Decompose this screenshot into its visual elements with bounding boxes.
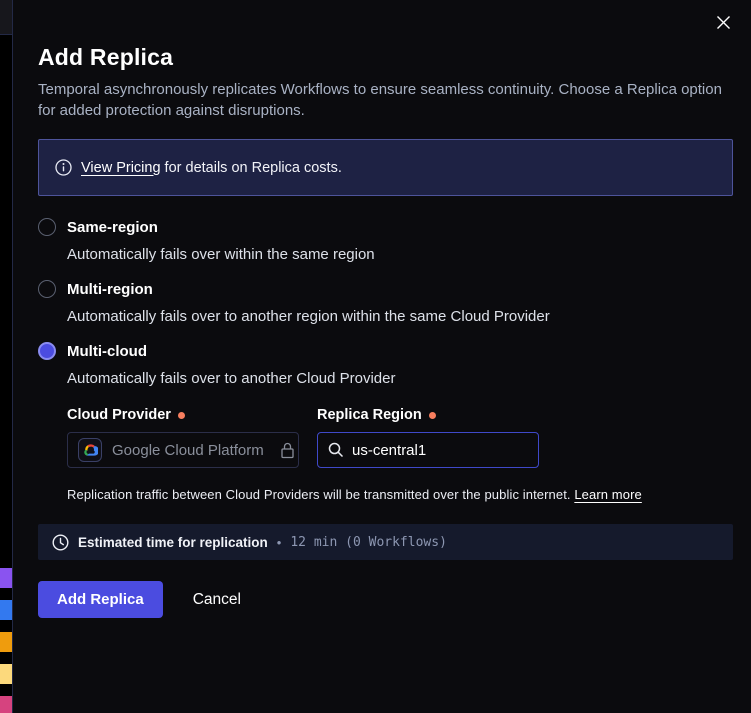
pricing-info-banner: View Pricing for details on Replica cost…	[38, 139, 733, 196]
replica-region-input[interactable]	[352, 442, 512, 459]
multi-cloud-subform: Cloud Provider Replica Region	[67, 407, 731, 502]
modal-description: Temporal asynchronously replicates Workf…	[38, 79, 730, 121]
traffic-note: Replication traffic between Cloud Provid…	[67, 487, 731, 502]
modal-footer: Add Replica Cancel	[38, 581, 731, 618]
close-icon	[716, 15, 731, 30]
required-dot	[178, 412, 185, 419]
estimate-value: 12 min (0 Workflows)	[290, 535, 447, 550]
clock-icon	[52, 534, 69, 551]
replica-region-label: Replica Region	[317, 407, 436, 423]
page-title: Add Replica	[38, 44, 731, 71]
option-label: Multi-cloud	[67, 343, 147, 360]
info-icon	[55, 159, 72, 176]
radio-same-region[interactable]	[38, 218, 56, 236]
option-description: Automatically fails over within the same…	[67, 246, 731, 263]
radio-multi-cloud[interactable]	[38, 342, 56, 360]
google-cloud-icon	[83, 444, 98, 456]
cancel-button[interactable]: Cancel	[193, 591, 241, 609]
option-same-region[interactable]: Same-region Automatically fails over wit…	[38, 218, 731, 263]
option-description: Automatically fails over to another Clou…	[67, 370, 731, 387]
color-stripe	[0, 568, 12, 588]
estimate-separator: •	[277, 535, 282, 550]
lock-icon	[280, 442, 295, 459]
background-nav-tile	[0, 0, 12, 35]
cloud-provider-value: Google Cloud Platform	[112, 442, 264, 459]
add-replica-button[interactable]: Add Replica	[38, 581, 163, 618]
search-icon	[328, 442, 344, 458]
background-page-edge	[0, 0, 13, 713]
color-stripe	[0, 600, 12, 620]
learn-more-link[interactable]: Learn more	[574, 487, 641, 502]
option-label: Multi-region	[67, 281, 153, 298]
estimate-banner: Estimated time for replication • 12 min …	[38, 524, 733, 560]
close-button[interactable]	[709, 8, 737, 36]
color-stripe	[0, 664, 12, 684]
pricing-banner-text: View Pricing for details on Replica cost…	[81, 160, 342, 176]
required-dot	[429, 412, 436, 419]
view-pricing-link[interactable]: View Pricing	[81, 160, 161, 176]
option-label: Same-region	[67, 219, 158, 236]
color-stripe	[0, 696, 12, 713]
replica-option-group: Same-region Automatically fails over wit…	[38, 218, 731, 502]
option-multi-cloud[interactable]: Multi-cloud Automatically fails over to …	[38, 342, 731, 502]
option-description: Automatically fails over to another regi…	[67, 308, 731, 325]
radio-multi-region[interactable]	[38, 280, 56, 298]
estimate-label: Estimated time for replication	[78, 535, 268, 550]
option-multi-region[interactable]: Multi-region Automatically fails over to…	[38, 280, 731, 325]
cloud-provider-select[interactable]: Google Cloud Platform	[67, 432, 299, 468]
cloud-provider-label: Cloud Provider	[67, 407, 317, 423]
color-stripe	[0, 632, 12, 652]
replica-region-field[interactable]	[317, 432, 539, 468]
gcp-logo-chip	[78, 438, 102, 462]
add-replica-modal: Add Replica Temporal asynchronously repl…	[13, 0, 751, 713]
